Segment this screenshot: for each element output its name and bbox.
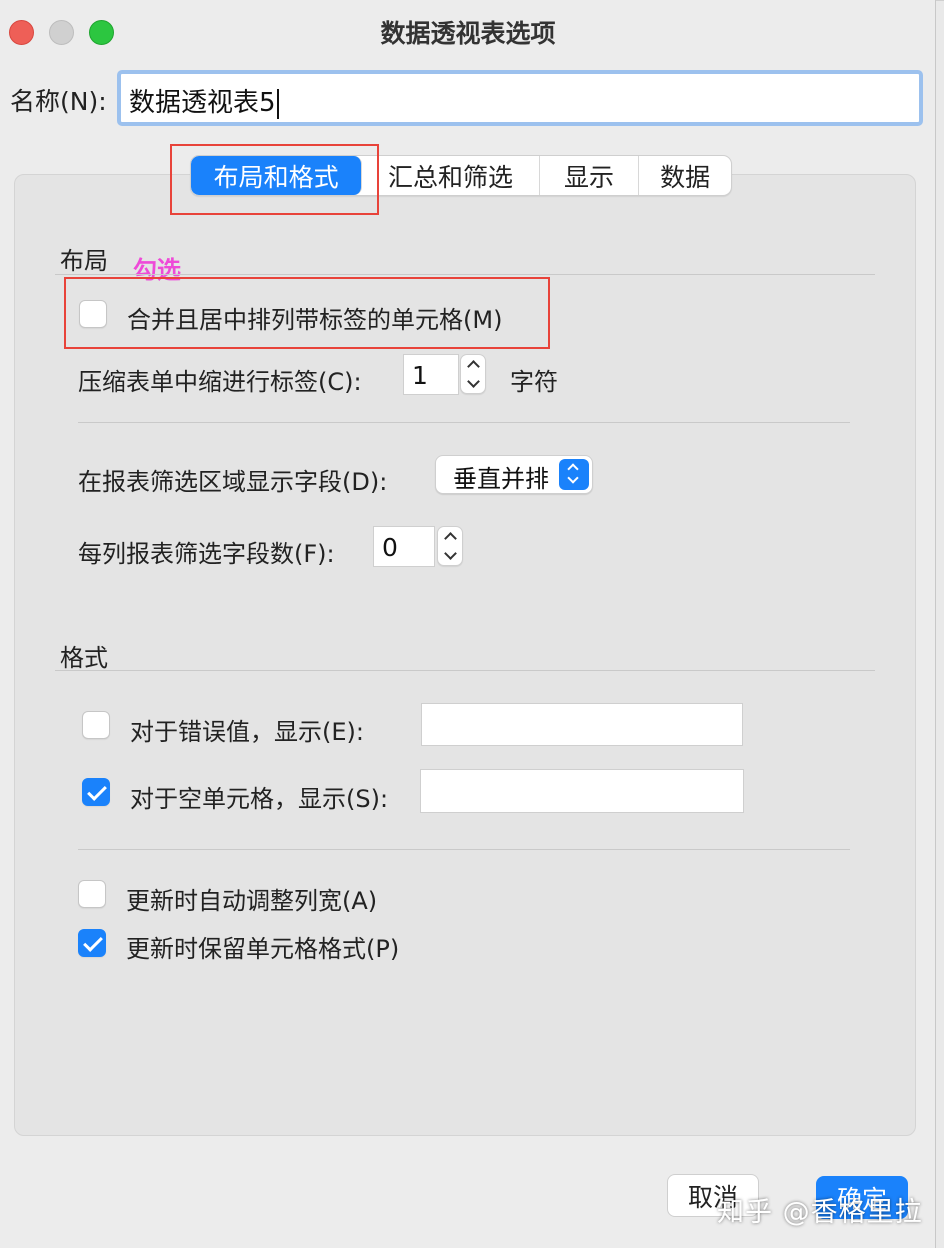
pivot-table-options-dialog: 数据透视表选项 名称(N): 数据透视表5 布局和格式 汇总和筛选 显示 数据 …: [0, 0, 936, 1248]
filter-area-selected-value: 垂直并排: [453, 465, 549, 493]
indent-increment-button[interactable]: [461, 355, 485, 374]
filter-area-label: 在报表筛选区域显示字段(D):: [78, 468, 388, 496]
error-values-checkbox[interactable]: [82, 711, 110, 739]
tab-totals-filters[interactable]: 汇总和筛选: [362, 156, 540, 195]
chevron-down-icon: [567, 472, 579, 484]
text-caret: [276, 88, 279, 119]
merge-center-label: 合并且居中排列带标签的单元格(M): [127, 306, 503, 334]
empty-cells-label: 对于空单元格，显示(S):: [130, 785, 389, 813]
indent-label: 压缩表单中缩进行标签(C):: [78, 368, 362, 396]
indent-input[interactable]: 1: [403, 354, 459, 395]
chevron-up-icon: [466, 360, 480, 373]
autofit-columns-label: 更新时自动调整列宽(A): [126, 887, 378, 915]
layout-inner-divider: [78, 422, 850, 423]
chevron-up-icon: [443, 532, 457, 545]
empty-cells-input[interactable]: [420, 769, 744, 813]
error-values-input[interactable]: [421, 703, 743, 746]
title-bar: 数据透视表选项: [0, 0, 936, 62]
filter-fields-decrement-button[interactable]: [438, 546, 462, 565]
error-values-label: 对于错误值，显示(E):: [130, 718, 364, 746]
merge-center-checkbox[interactable]: [79, 300, 107, 328]
layout-section-title: 布局: [60, 247, 108, 275]
format-section-divider: [55, 670, 875, 671]
format-section-title: 格式: [60, 644, 108, 672]
preserve-format-checkbox[interactable]: [78, 929, 106, 957]
filter-fields-per-column-input[interactable]: 0: [373, 526, 435, 567]
tab-data[interactable]: 数据: [639, 156, 731, 195]
indent-stepper[interactable]: [460, 354, 486, 394]
indent-unit-label: 字符: [510, 368, 558, 396]
preserve-format-label: 更新时保留单元格格式(P): [126, 935, 400, 963]
autofit-columns-checkbox[interactable]: [78, 880, 106, 908]
filter-fields-per-column-label: 每列报表筛选字段数(F):: [78, 540, 335, 568]
indent-decrement-button[interactable]: [461, 374, 485, 393]
watermark: 知乎 @香格里拉: [717, 1197, 923, 1228]
filter-area-select[interactable]: 垂直并排: [435, 455, 593, 494]
format-inner-divider: [78, 849, 850, 850]
name-input[interactable]: 数据透视表5: [117, 70, 923, 126]
tab-display[interactable]: 显示: [540, 156, 640, 195]
select-arrows-icon: [559, 459, 589, 490]
name-input-value: 数据透视表5: [129, 88, 276, 118]
name-label: 名称(N):: [10, 87, 107, 116]
empty-cells-checkbox[interactable]: [82, 778, 110, 806]
annotation-box-tab: [170, 144, 379, 215]
chevron-down-icon: [466, 375, 480, 388]
filter-fields-increment-button[interactable]: [438, 527, 462, 546]
chevron-down-icon: [443, 547, 457, 560]
window-title: 数据透视表选项: [380, 19, 556, 48]
filter-fields-per-column-stepper[interactable]: [437, 526, 463, 566]
layout-section-divider: [55, 274, 875, 275]
